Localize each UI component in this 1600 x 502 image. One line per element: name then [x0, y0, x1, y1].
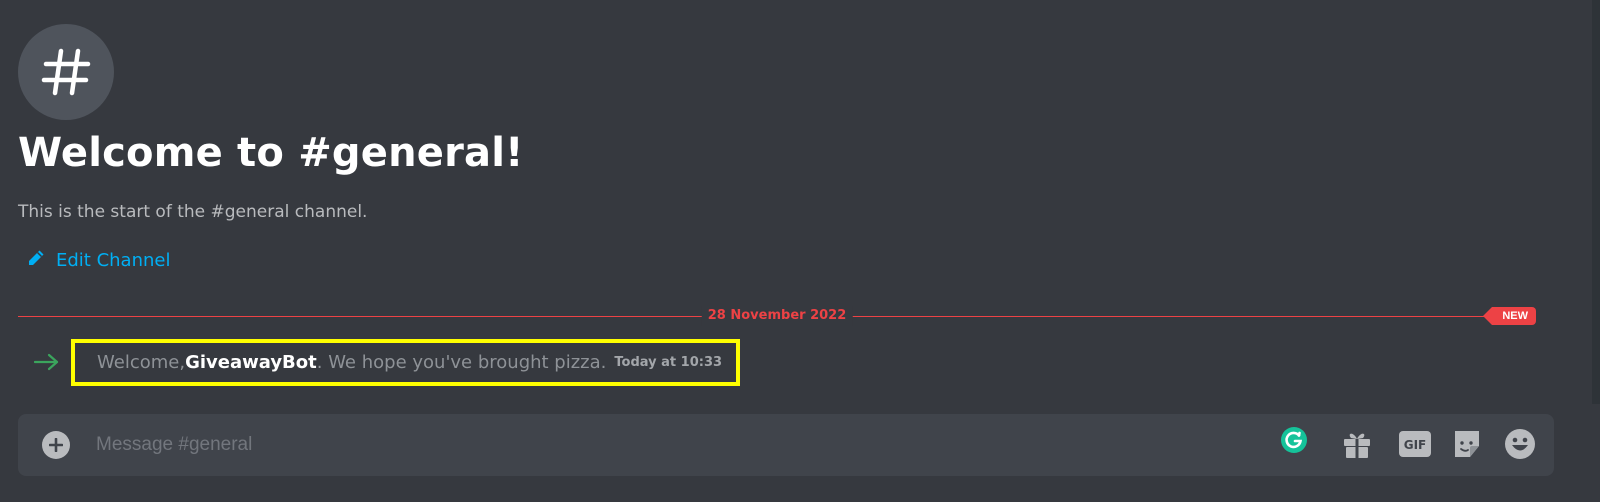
edit-channel-label: Edit Channel: [56, 249, 171, 271]
join-arrow-icon: [33, 352, 60, 376]
hashtag-icon: [18, 24, 114, 120]
gif-icon: GIF: [1399, 431, 1431, 457]
sticker-icon[interactable]: [1452, 428, 1482, 464]
system-join-message: Welcome, GiveawayBot . We hope you've br…: [71, 339, 740, 386]
message-username[interactable]: GiveawayBot: [185, 352, 317, 373]
gif-button[interactable]: GIF: [1398, 428, 1432, 464]
channel-description: This is the start of the #general channe…: [18, 202, 368, 222]
new-messages-divider: 28 November 2022 NEW: [18, 306, 1536, 326]
message-input[interactable]: [96, 428, 1246, 462]
grammarly-icon[interactable]: [1280, 426, 1308, 458]
add-icon: [49, 438, 63, 452]
edit-channel-button[interactable]: Edit Channel: [26, 248, 170, 272]
scrollbar[interactable]: [1592, 0, 1600, 404]
pencil-icon: [26, 248, 46, 272]
channel-welcome-title: Welcome to #general!: [18, 130, 524, 176]
divider-date: 28 November 2022: [701, 306, 853, 326]
emoji-icon[interactable]: [1504, 428, 1536, 464]
add-attachment-button[interactable]: [42, 431, 70, 459]
message-timestamp[interactable]: Today at 10:33: [614, 355, 722, 370]
chat-main: Welcome to #general! This is the start o…: [0, 0, 1600, 502]
message-prefix: Welcome,: [97, 352, 186, 373]
new-badge: NEW: [1483, 307, 1536, 325]
gift-icon[interactable]: [1342, 428, 1372, 464]
message-suffix: . We hope you've brought pizza.: [316, 352, 607, 373]
message-composer: GIF: [18, 414, 1554, 476]
svg-text:GIF: GIF: [1404, 438, 1427, 452]
